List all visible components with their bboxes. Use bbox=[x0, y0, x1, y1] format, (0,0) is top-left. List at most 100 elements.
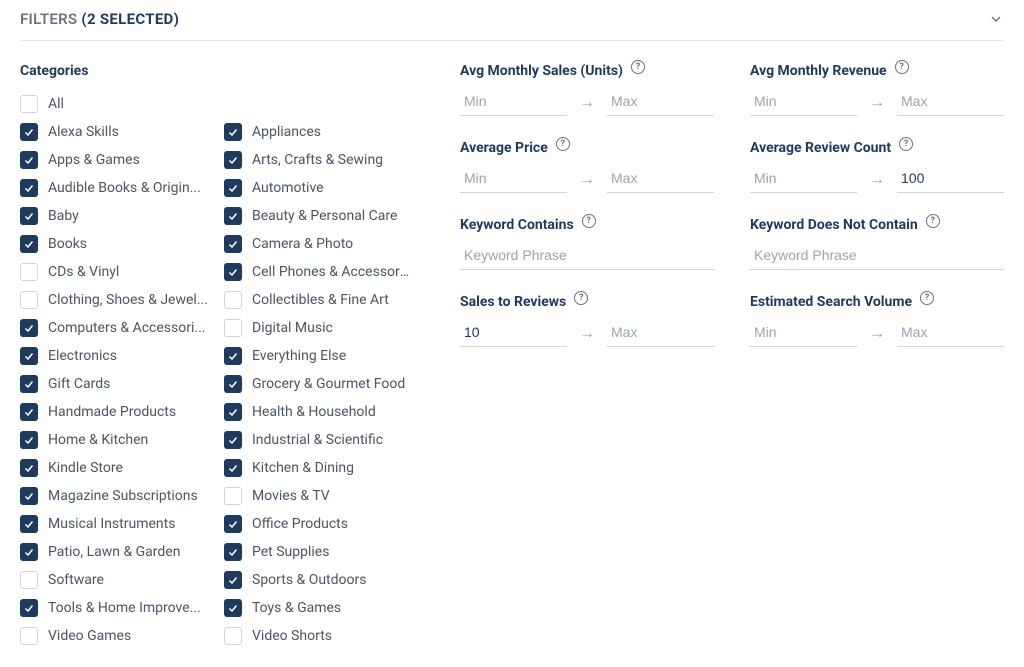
category-row[interactable]: Clothing, Shoes & Jewel... bbox=[20, 289, 216, 311]
checkbox[interactable] bbox=[20, 235, 38, 253]
category-row[interactable]: Office Products bbox=[224, 513, 420, 535]
checkbox[interactable] bbox=[20, 431, 38, 449]
category-row[interactable]: Video Games bbox=[20, 625, 216, 647]
category-row[interactable]: Books bbox=[20, 233, 216, 255]
min-input[interactable] bbox=[750, 87, 857, 116]
category-row[interactable]: Everything Else bbox=[224, 345, 420, 367]
category-row[interactable]: Digital Music bbox=[224, 317, 420, 339]
checkbox[interactable] bbox=[224, 599, 242, 617]
checkbox[interactable] bbox=[20, 375, 38, 393]
max-input[interactable] bbox=[607, 164, 714, 193]
checkbox[interactable] bbox=[224, 319, 242, 337]
category-row[interactable]: Kitchen & Dining bbox=[224, 457, 420, 479]
checkbox[interactable] bbox=[224, 487, 242, 505]
checkbox[interactable] bbox=[20, 151, 38, 169]
checkbox[interactable] bbox=[224, 207, 242, 225]
category-row[interactable]: CDs & Vinyl bbox=[20, 261, 216, 283]
checkbox[interactable] bbox=[20, 487, 38, 505]
checkbox[interactable] bbox=[20, 347, 38, 365]
category-row[interactable]: Grocery & Gourmet Food bbox=[224, 373, 420, 395]
chevron-down-icon[interactable] bbox=[988, 11, 1004, 27]
checkbox[interactable] bbox=[224, 347, 242, 365]
max-input[interactable] bbox=[897, 164, 1004, 193]
category-all-row[interactable]: All bbox=[20, 93, 420, 115]
category-row[interactable]: Computers & Accessori... bbox=[20, 317, 216, 339]
help-icon[interactable]: ? bbox=[574, 291, 588, 305]
category-row[interactable]: Software bbox=[20, 569, 216, 591]
min-input[interactable] bbox=[460, 164, 567, 193]
checkbox[interactable] bbox=[20, 263, 38, 281]
min-input[interactable] bbox=[460, 318, 567, 347]
filters-header[interactable]: FILTERS (2 SELECTED) bbox=[20, 10, 1004, 41]
text-input[interactable] bbox=[460, 241, 714, 270]
category-row[interactable]: Health & Household bbox=[224, 401, 420, 423]
min-input[interactable] bbox=[460, 87, 567, 116]
checkbox[interactable] bbox=[20, 123, 38, 141]
min-input[interactable] bbox=[750, 318, 857, 347]
category-row[interactable]: Industrial & Scientific bbox=[224, 429, 420, 451]
checkbox[interactable] bbox=[224, 291, 242, 309]
checkbox[interactable] bbox=[20, 291, 38, 309]
category-row[interactable]: Gift Cards bbox=[20, 373, 216, 395]
checkbox[interactable] bbox=[224, 627, 242, 645]
category-row[interactable]: Handmade Products bbox=[20, 401, 216, 423]
help-icon[interactable]: ? bbox=[556, 137, 570, 151]
checkbox[interactable] bbox=[20, 459, 38, 477]
checkbox[interactable] bbox=[20, 403, 38, 421]
checkbox[interactable] bbox=[224, 235, 242, 253]
checkbox[interactable] bbox=[224, 179, 242, 197]
category-row[interactable]: Sports & Outdoors bbox=[224, 569, 420, 591]
checkbox[interactable] bbox=[224, 459, 242, 477]
checkbox[interactable] bbox=[20, 627, 38, 645]
help-icon[interactable]: ? bbox=[926, 214, 940, 228]
category-row[interactable]: Patio, Lawn & Garden bbox=[20, 541, 216, 563]
checkbox[interactable] bbox=[20, 571, 38, 589]
help-icon[interactable]: ? bbox=[895, 60, 909, 74]
category-row[interactable]: Camera & Photo bbox=[224, 233, 420, 255]
checkbox[interactable] bbox=[224, 375, 242, 393]
category-row[interactable]: Apps & Games bbox=[20, 149, 216, 171]
max-input[interactable] bbox=[897, 87, 1004, 116]
category-row[interactable]: Baby bbox=[20, 205, 216, 227]
checkbox[interactable] bbox=[20, 207, 38, 225]
category-row[interactable]: Home & Kitchen bbox=[20, 429, 216, 451]
help-icon[interactable]: ? bbox=[920, 291, 934, 305]
max-input[interactable] bbox=[897, 318, 1004, 347]
checkbox[interactable] bbox=[20, 179, 38, 197]
category-row[interactable]: Collectibles & Fine Art bbox=[224, 289, 420, 311]
category-row[interactable]: Electronics bbox=[20, 345, 216, 367]
checkbox[interactable] bbox=[224, 403, 242, 421]
max-input[interactable] bbox=[607, 87, 714, 116]
category-row[interactable]: Tools & Home Improve... bbox=[20, 597, 216, 619]
checkbox[interactable] bbox=[20, 599, 38, 617]
category-row[interactable]: Pet Supplies bbox=[224, 541, 420, 563]
category-row[interactable]: Appliances bbox=[224, 121, 420, 143]
category-row[interactable]: Video Shorts bbox=[224, 625, 420, 647]
category-row[interactable]: Movies & TV bbox=[224, 485, 420, 507]
checkbox[interactable] bbox=[224, 571, 242, 589]
category-row[interactable]: Cell Phones & Accessori... bbox=[224, 261, 420, 283]
category-row[interactable]: Magazine Subscriptions bbox=[20, 485, 216, 507]
category-row[interactable]: Musical Instruments bbox=[20, 513, 216, 535]
category-row[interactable]: Kindle Store bbox=[20, 457, 216, 479]
checkbox-all[interactable] bbox=[20, 95, 38, 113]
category-row[interactable]: Toys & Games bbox=[224, 597, 420, 619]
checkbox[interactable] bbox=[224, 263, 242, 281]
category-row[interactable]: Alexa Skills bbox=[20, 121, 216, 143]
category-row[interactable]: Beauty & Personal Care bbox=[224, 205, 420, 227]
text-input[interactable] bbox=[750, 241, 1004, 270]
help-icon[interactable]: ? bbox=[899, 137, 913, 151]
category-row[interactable]: Audible Books & Origin... bbox=[20, 177, 216, 199]
checkbox[interactable] bbox=[20, 515, 38, 533]
min-input[interactable] bbox=[750, 164, 857, 193]
checkbox[interactable] bbox=[224, 543, 242, 561]
help-icon[interactable]: ? bbox=[582, 214, 596, 228]
checkbox[interactable] bbox=[20, 543, 38, 561]
category-row[interactable]: Automotive bbox=[224, 177, 420, 199]
checkbox[interactable] bbox=[224, 431, 242, 449]
help-icon[interactable]: ? bbox=[631, 60, 645, 74]
checkbox[interactable] bbox=[224, 151, 242, 169]
category-row[interactable]: Arts, Crafts & Sewing bbox=[224, 149, 420, 171]
checkbox[interactable] bbox=[20, 319, 38, 337]
checkbox[interactable] bbox=[224, 123, 242, 141]
